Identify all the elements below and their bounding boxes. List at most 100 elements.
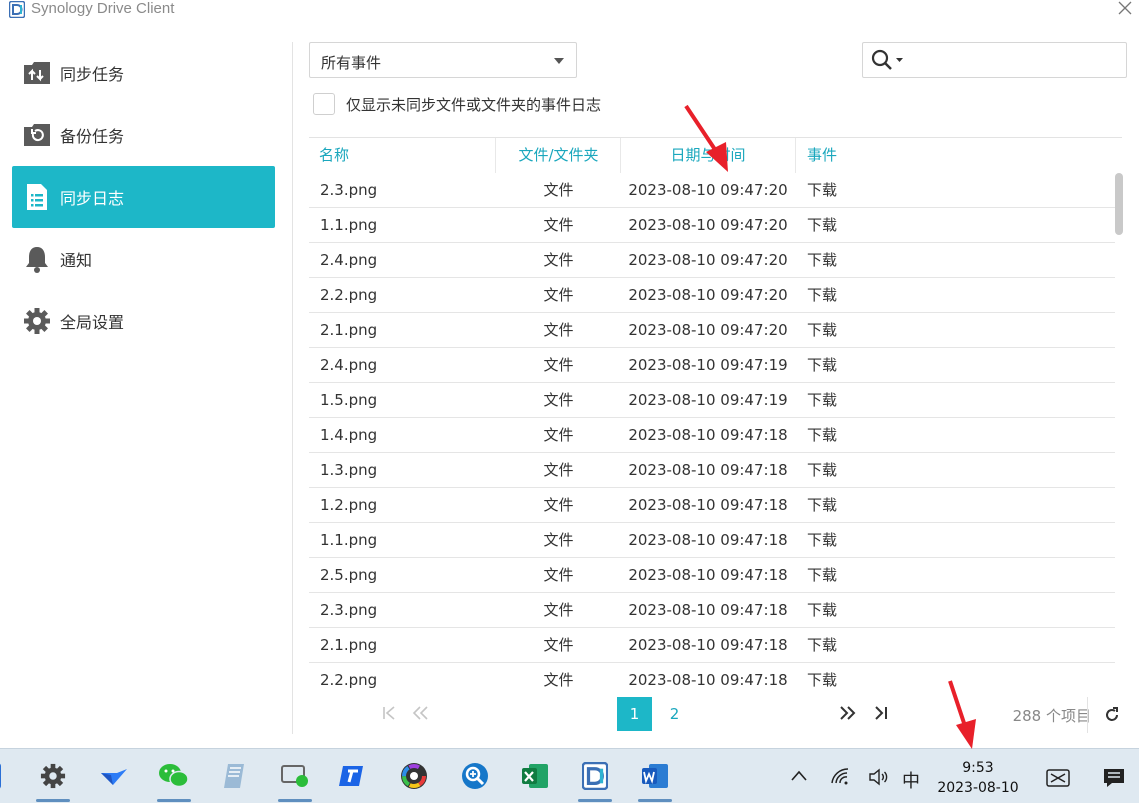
volume-icon[interactable] xyxy=(868,768,890,786)
cell-event: 下载 xyxy=(807,461,838,479)
notification-center-icon[interactable] xyxy=(1103,768,1125,788)
start-partial-icon[interactable] xyxy=(0,759,8,793)
cell-event: 下载 xyxy=(807,321,838,339)
cell-event: 下载 xyxy=(807,531,838,549)
sidebar-item-label: 备份任务 xyxy=(60,127,125,146)
annotation-arrow-icon xyxy=(684,104,728,172)
screen-mirror-icon[interactable] xyxy=(1046,769,1070,787)
sidebar-item-backup-task[interactable]: 备份任务 xyxy=(12,104,275,166)
cell-datetime: 2023-08-10 09:47:18 xyxy=(628,461,788,479)
search-icon[interactable] xyxy=(871,49,907,71)
previous-page-icon[interactable] xyxy=(411,705,429,721)
title-bar: Synology Drive Client xyxy=(0,0,1139,22)
close-icon[interactable] xyxy=(1117,0,1133,16)
table-row[interactable]: 2.2.png 文件 2023-08-10 09:47:20 下载 xyxy=(309,278,1115,313)
cell-event: 下载 xyxy=(807,251,838,269)
synology-drive-icon[interactable] xyxy=(578,759,612,802)
zoom-search-icon[interactable] xyxy=(458,759,492,793)
cell-event: 下载 xyxy=(807,671,838,689)
window-title: Synology Drive Client xyxy=(31,0,175,17)
table-row[interactable]: 2.3.png 文件 2023-08-10 09:47:18 下载 xyxy=(309,593,1115,628)
color-wheel-icon[interactable] xyxy=(397,759,431,793)
pagination: 1 2 288 个项目 xyxy=(309,697,1127,733)
cell-name: 2.2.png xyxy=(320,671,378,689)
column-divider[interactable] xyxy=(795,138,796,173)
network-icon[interactable] xyxy=(830,767,850,785)
cell-name: 1.4.png xyxy=(320,426,378,444)
word-icon[interactable] xyxy=(638,759,672,802)
table-row[interactable]: 2.3.png 文件 2023-08-10 09:47:20 下载 xyxy=(309,173,1115,208)
cell-datetime: 2023-08-10 09:47:18 xyxy=(628,496,788,514)
page-button-2[interactable]: 2 xyxy=(657,697,692,731)
sidebar-item-notifications[interactable]: 通知 xyxy=(12,228,275,290)
only-unsynced-checkbox[interactable] xyxy=(313,93,335,115)
cell-event: 下载 xyxy=(807,496,838,514)
table-row[interactable]: 1.3.png 文件 2023-08-10 09:47:18 下载 xyxy=(309,453,1115,488)
last-page-icon[interactable] xyxy=(872,703,890,723)
table-row[interactable]: 1.1.png 文件 2023-08-10 09:47:18 下载 xyxy=(309,523,1115,558)
cell-name: 2.4.png xyxy=(320,356,378,374)
table-row[interactable]: 2.5.png 文件 2023-08-10 09:47:18 下载 xyxy=(309,558,1115,593)
taskbar-clock[interactable]: 9:53 2023-08-10 xyxy=(935,758,1021,798)
cell-type: 文件 xyxy=(543,601,574,619)
item-count: 288 个项目 xyxy=(1012,707,1091,725)
table-row[interactable]: 2.1.png 文件 2023-08-10 09:47:20 下载 xyxy=(309,313,1115,348)
notepad-icon[interactable] xyxy=(217,759,251,793)
next-page-icon[interactable] xyxy=(838,703,858,723)
backup-task-icon xyxy=(22,120,52,150)
bell-icon xyxy=(22,244,52,274)
search-box[interactable] xyxy=(862,42,1127,78)
column-header-name[interactable]: 名称 xyxy=(319,138,349,173)
table-row[interactable]: 1.5.png 文件 2023-08-10 09:47:19 下载 xyxy=(309,383,1115,418)
cell-type: 文件 xyxy=(543,531,574,549)
excel-icon[interactable] xyxy=(518,759,552,793)
sidebar-item-label: 同步日志 xyxy=(60,189,125,208)
cell-datetime: 2023-08-10 09:47:20 xyxy=(628,286,788,304)
cell-event: 下载 xyxy=(807,636,838,654)
table-row[interactable]: 2.1.png 文件 2023-08-10 09:47:18 下载 xyxy=(309,628,1115,663)
chevron-down-icon xyxy=(554,58,564,64)
sync-task-icon xyxy=(22,58,52,88)
sidebar-item-global-settings[interactable]: 全局设置 xyxy=(12,290,275,352)
cell-event: 下载 xyxy=(807,391,838,409)
cell-datetime: 2023-08-10 09:47:18 xyxy=(628,566,788,584)
table-row[interactable]: 1.2.png 文件 2023-08-10 09:47:18 下载 xyxy=(309,488,1115,523)
remote-desktop-icon[interactable] xyxy=(278,759,312,802)
settings-icon[interactable] xyxy=(36,759,70,802)
cell-type: 文件 xyxy=(543,286,574,304)
cell-name: 1.5.png xyxy=(320,391,378,409)
cell-type: 文件 xyxy=(543,321,574,339)
column-header-event[interactable]: 事件 xyxy=(807,138,837,173)
event-filter-select[interactable]: 所有事件 xyxy=(309,42,577,78)
cell-event: 下载 xyxy=(807,426,838,444)
cell-type: 文件 xyxy=(543,636,574,654)
ime-indicator[interactable]: 中 xyxy=(902,767,920,793)
cell-event: 下载 xyxy=(807,566,838,584)
sidebar-item-sync-log[interactable]: 同步日志 xyxy=(12,166,275,228)
table-row[interactable]: 1.1.png 文件 2023-08-10 09:47:20 下载 xyxy=(309,208,1115,243)
table-scrollbar[interactable] xyxy=(1115,173,1123,235)
refresh-icon[interactable] xyxy=(1103,706,1121,724)
column-header-type[interactable]: 文件/文件夹 xyxy=(496,138,621,173)
table-row[interactable]: 1.4.png 文件 2023-08-10 09:47:18 下载 xyxy=(309,418,1115,453)
cell-datetime: 2023-08-10 09:47:18 xyxy=(628,601,788,619)
cell-datetime: 2023-08-10 09:47:19 xyxy=(628,356,788,374)
page-button-1[interactable]: 1 xyxy=(617,697,652,731)
synology-drive-logo-icon xyxy=(9,1,25,18)
tencent-app-icon[interactable] xyxy=(337,759,371,793)
chevron-up-icon[interactable] xyxy=(790,769,808,783)
first-page-icon[interactable] xyxy=(381,705,397,721)
wechat-icon[interactable] xyxy=(157,759,191,802)
cell-type: 文件 xyxy=(543,496,574,514)
only-unsynced-filter[interactable]: 仅显示未同步文件或文件夹的事件日志 xyxy=(313,93,601,115)
search-input[interactable] xyxy=(913,48,1118,72)
cell-name: 2.3.png xyxy=(320,601,378,619)
cell-event: 下载 xyxy=(807,356,838,374)
table-row[interactable]: 2.4.png 文件 2023-08-10 09:47:19 下载 xyxy=(309,348,1115,383)
table-row[interactable]: 2.2.png 文件 2023-08-10 09:47:18 下载 xyxy=(309,663,1115,697)
sidebar-item-label: 通知 xyxy=(60,251,93,270)
feishu-icon[interactable] xyxy=(97,759,131,793)
sidebar-item-sync-task[interactable]: 同步任务 xyxy=(12,42,275,104)
table-row[interactable]: 2.4.png 文件 2023-08-10 09:47:20 下载 xyxy=(309,243,1115,278)
cell-type: 文件 xyxy=(543,251,574,269)
